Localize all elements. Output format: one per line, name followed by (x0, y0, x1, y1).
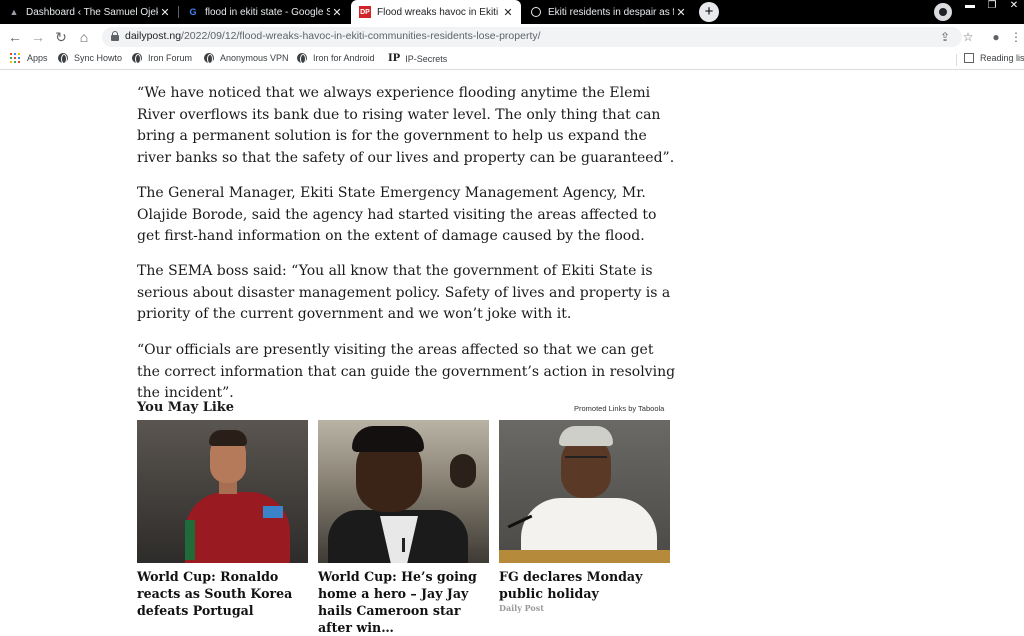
home-icon[interactable]: ⌂ (75, 28, 93, 46)
article-paragraph: “Our officials are presently visiting th… (137, 342, 676, 402)
close-icon[interactable]: ✕ (674, 6, 688, 19)
bookmark-label: Iron Forum (148, 53, 193, 63)
bookmark-label: Iron for Android (313, 53, 375, 63)
you-may-like-heading: You May Like (137, 400, 235, 415)
close-icon[interactable]: ✕ (158, 6, 172, 19)
back-icon[interactable]: ← (6, 28, 24, 46)
card-source: Daily Post (499, 603, 544, 613)
tab-title: Ekiti residents in despair as flood (548, 6, 674, 18)
reading-list-button[interactable]: Reading list (964, 53, 1024, 63)
card-headline[interactable]: World Cup: He’s going home a hero – Jay … (318, 568, 489, 636)
card-image[interactable] (499, 420, 670, 563)
close-icon[interactable]: ✕ (501, 6, 515, 19)
recommended-card[interactable]: World Cup: He’s going home a hero – Jay … (318, 420, 489, 636)
close-window-icon[interactable]: ✕ (1004, 0, 1024, 14)
globe-icon (132, 53, 142, 64)
globe-icon (297, 53, 307, 64)
bookmark-anonymous-vpn[interactable]: Anonymous VPN (204, 53, 289, 64)
url-path: /2022/09/12/flood-wreaks-havoc-in-ekiti-… (181, 30, 541, 42)
minimize-icon[interactable]: ▬ (960, 0, 980, 14)
tab-strip: ▲ Dashboard ‹ The Samuel Ojekwe ✕ G floo… (0, 0, 1024, 24)
reading-list-icon (964, 53, 974, 63)
globe-icon (58, 53, 68, 64)
close-icon[interactable]: ✕ (330, 6, 344, 19)
recommended-card[interactable]: FG declares Monday public holiday Daily … (499, 420, 670, 613)
wordpress-icon: ▲ (9, 7, 19, 17)
article-paragraph: The General Manager, Ekiti State Emergen… (137, 185, 657, 245)
bookmarks-bar: Apps Sync Howto Iron Forum Anonymous VPN… (0, 50, 1024, 70)
google-icon: G (189, 7, 197, 17)
account-icon[interactable]: ● (988, 29, 1004, 45)
tab-title: flood in ekiti state - Google Sear (205, 6, 330, 18)
tab-title: Dashboard ‹ The Samuel Ojekwe (26, 6, 158, 18)
bookmark-iron-for-android[interactable]: Iron for Android (297, 53, 375, 64)
article-paragraph: The SEMA boss said: “You all know that t… (137, 263, 671, 323)
browser-toolbar: ← → ↻ ⌂ dailypost.ng/2022/09/12/flood-wr… (0, 24, 1024, 50)
bookmark-label: Sync Howto (74, 53, 123, 63)
card-headline[interactable]: FG declares Monday public holiday (499, 568, 670, 602)
tab-dashboard[interactable]: ▲ Dashboard ‹ The Samuel Ojekwe ✕ (0, 0, 178, 24)
menu-icon[interactable]: ⋮ (1008, 29, 1024, 45)
tab-dailypost[interactable]: DP Flood wreaks havoc in Ekiti comm ✕ (351, 0, 521, 24)
url-host: dailypost.ng (125, 30, 182, 42)
share-icon[interactable]: ⇪ (937, 29, 953, 45)
ip-icon: IP (388, 53, 401, 64)
tab-ekiti-residents[interactable]: Ekiti residents in despair as flood ✕ (522, 0, 694, 24)
card-image[interactable] (137, 420, 308, 563)
restore-icon[interactable]: ❐ (982, 0, 1002, 14)
bookmark-label: Anonymous VPN (220, 53, 289, 63)
tab-title: Flood wreaks havoc in Ekiti comm (377, 6, 501, 18)
bookmark-label: Apps (27, 53, 48, 63)
address-bar[interactable]: dailypost.ng/2022/09/12/flood-wreaks-hav… (102, 27, 962, 47)
reload-icon[interactable]: ↻ (52, 28, 70, 46)
globe-icon (204, 53, 214, 64)
forward-icon[interactable]: → (29, 28, 47, 46)
apps-grid-icon (10, 53, 20, 63)
lock-icon[interactable] (111, 31, 119, 41)
bookmark-label: IP-Secrets (405, 53, 448, 64)
new-tab-button[interactable]: + (699, 2, 719, 22)
article-paragraph: “We have noticed that we always experien… (137, 85, 675, 167)
bookmark-star-icon[interactable]: ☆ (960, 29, 976, 45)
bookmark-apps[interactable]: Apps (10, 53, 48, 63)
bookmarks-divider (956, 54, 957, 66)
dailypost-icon: DP (359, 6, 371, 18)
bookmark-sync-howto[interactable]: Sync Howto (58, 53, 123, 64)
card-headline[interactable]: World Cup: Ronaldo reacts as South Korea… (137, 568, 308, 619)
globe-icon (530, 6, 542, 18)
bookmark-ip-secrets[interactable]: IP IP-Secrets (388, 53, 447, 64)
reading-list-label: Reading list (980, 53, 1024, 63)
url-text: dailypost.ng/2022/09/12/flood-wreaks-hav… (125, 30, 541, 42)
bookmark-iron-forum[interactable]: Iron Forum (132, 53, 193, 64)
tab-google-search[interactable]: G flood in ekiti state - Google Sear ✕ (179, 0, 350, 24)
profile-icon[interactable] (934, 3, 952, 21)
card-image[interactable] (318, 420, 489, 563)
promoted-links-label[interactable]: Promoted Links by Taboola (574, 404, 664, 413)
recommended-card[interactable]: World Cup: Ronaldo reacts as South Korea… (137, 420, 308, 619)
